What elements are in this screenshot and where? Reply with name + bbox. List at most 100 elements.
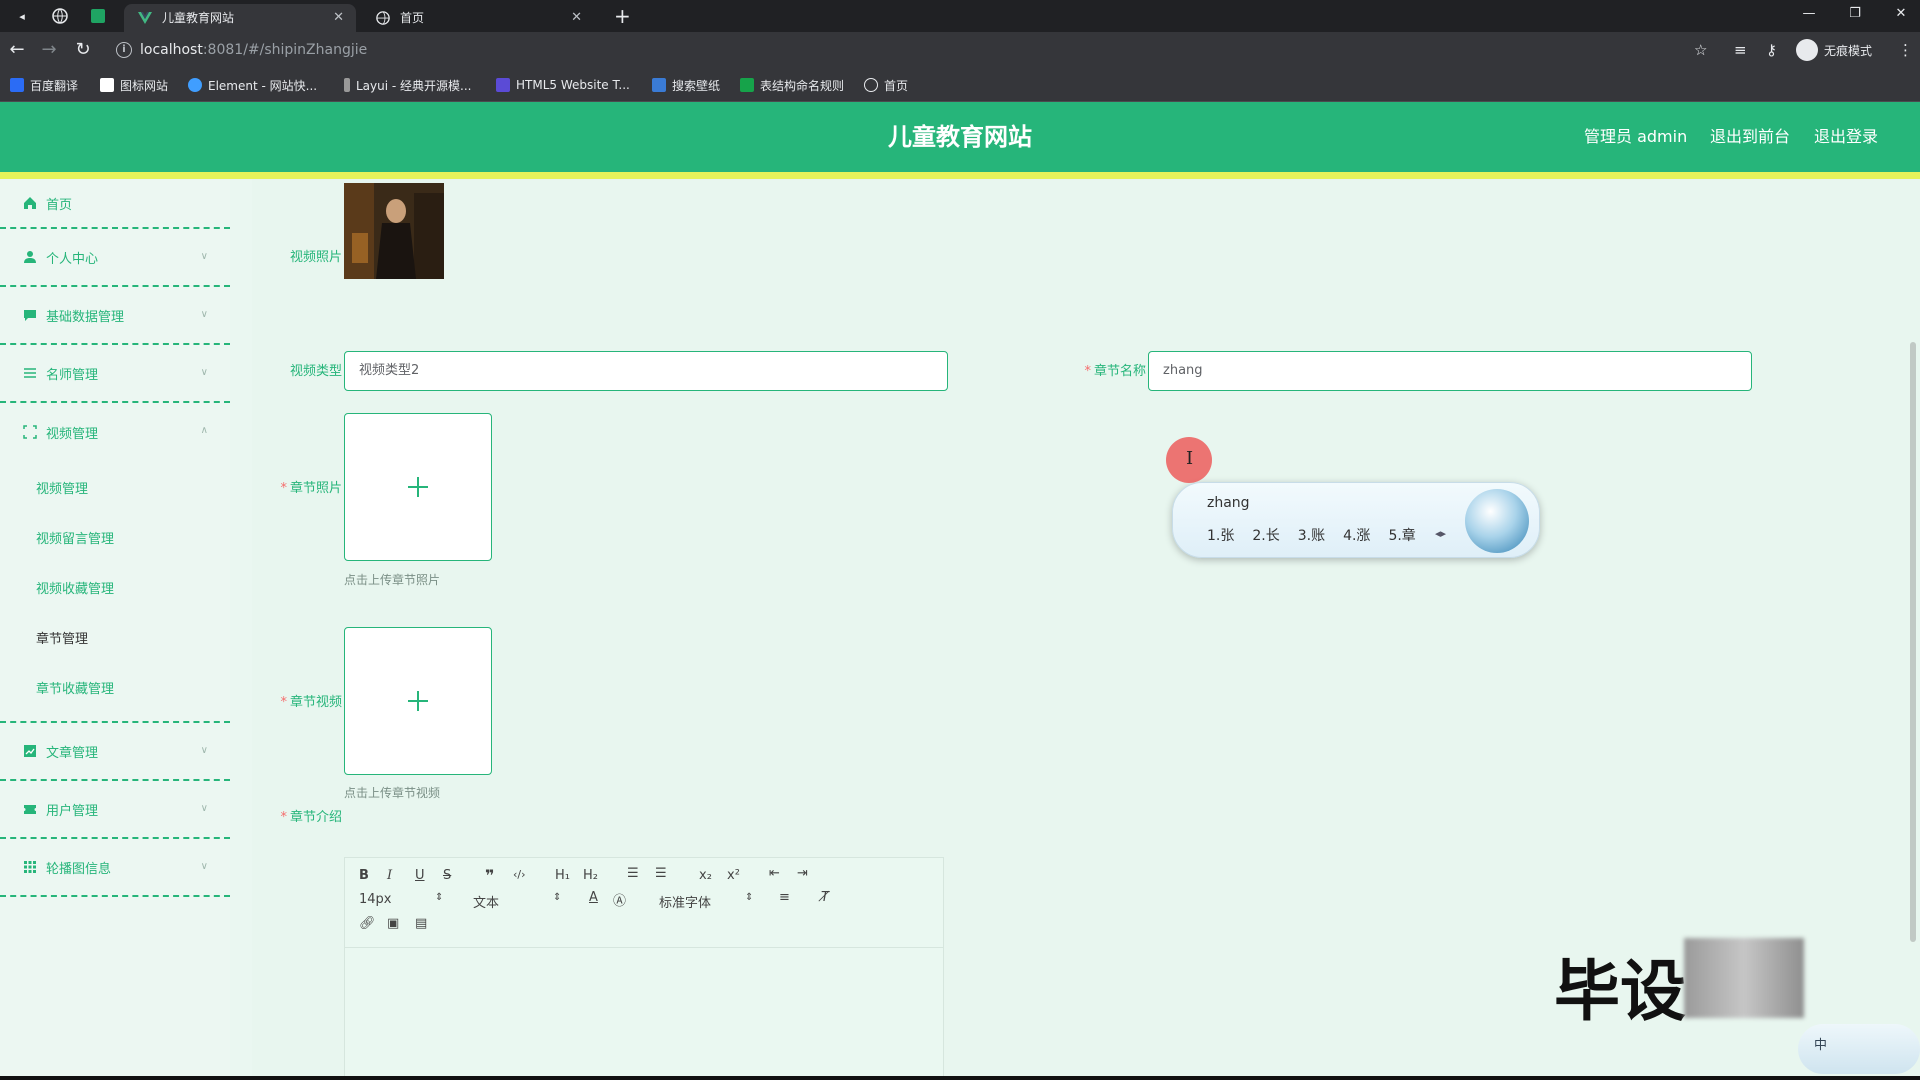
browser-toolbar: ← → ↻ i localhost:8081/#/shipinZhangjie … <box>0 32 1920 68</box>
font-size-select[interactable]: 14px <box>359 892 392 907</box>
background-color-icon[interactable]: Ⓐ <box>613 890 626 909</box>
superscript-icon[interactable]: x² <box>727 868 740 883</box>
site-info-icon[interactable]: i <box>116 42 132 58</box>
sidebar-item-label: 轮播图信息 <box>46 861 112 877</box>
close-window-button[interactable]: ✕ <box>1878 2 1920 26</box>
globe-icon[interactable] <box>52 8 68 24</box>
align-icon[interactable]: ≡ <box>779 890 790 905</box>
chapter-video-uploader[interactable] <box>344 627 492 775</box>
strikethrough-icon[interactable]: S <box>443 868 451 883</box>
submenu-video-manage[interactable]: 视频管理 <box>0 465 230 515</box>
heading1-icon[interactable]: H₁ <box>555 868 570 883</box>
app-tab-icon[interactable] <box>90 8 106 24</box>
ime-candidate[interactable]: 5.章 <box>1388 525 1415 545</box>
heading2-icon[interactable]: H₂ <box>583 868 598 883</box>
bookmark-star-icon[interactable]: ☆ <box>1694 40 1707 60</box>
tab-close-icon[interactable]: ✕ <box>571 4 582 32</box>
address-bar[interactable]: i localhost:8081/#/shipinZhangjie <box>108 36 1708 64</box>
italic-icon[interactable]: I <box>387 868 392 883</box>
outdent-icon[interactable]: ⇤ <box>769 866 780 881</box>
image-icon[interactable]: ▣ <box>387 916 399 931</box>
tab-close-icon[interactable]: ✕ <box>333 4 344 32</box>
sidebar-item-users[interactable]: 用户管理 ∨ <box>0 781 230 839</box>
forward-arrow-icon[interactable]: → <box>38 39 60 61</box>
bookmark-item[interactable]: 表结构命名规则 <box>740 68 844 102</box>
submenu-chapter-manage[interactable]: 章节管理 <box>0 615 230 665</box>
sidebar-item-personal[interactable]: 个人中心 ∨ <box>0 229 230 287</box>
video-photo-thumbnail[interactable] <box>344 183 444 279</box>
sidebar-item-carousel[interactable]: 轮播图信息 ∨ <box>0 839 230 897</box>
sidebar-item-video[interactable]: 视频管理 ∧ <box>0 403 230 461</box>
ime-page-arrows-icon[interactable]: ◂▸ <box>1435 527 1446 540</box>
video-type-input[interactable]: 视频类型2 <box>344 351 948 391</box>
header-select[interactable]: 文本 <box>473 892 499 911</box>
ime-candidate[interactable]: 4.涨 <box>1343 525 1370 545</box>
ime-status-bar[interactable]: 中 <box>1798 1024 1920 1074</box>
ime-candidate[interactable]: 2.长 <box>1252 525 1279 545</box>
globe-icon <box>376 11 390 25</box>
chapter-name-label: * 章节名称 <box>1056 360 1146 379</box>
sidebar-item-teachers[interactable]: 名师管理 ∨ <box>0 345 230 403</box>
sidebar-item-basic-data[interactable]: 基础数据管理 ∨ <box>0 287 230 345</box>
tab-inactive[interactable]: 首页 ✕ <box>362 4 594 32</box>
new-tab-button[interactable]: + <box>614 4 631 28</box>
bookmark-label: 首页 <box>884 78 909 93</box>
sidebar-item-articles[interactable]: 文章管理 ∨ <box>0 723 230 781</box>
font-family-select[interactable]: 标准字体 <box>659 892 711 911</box>
bold-icon[interactable]: B <box>359 868 369 883</box>
minimize-button[interactable]: — <box>1786 2 1832 26</box>
submenu-video-favorites[interactable]: 视频收藏管理 <box>0 565 230 615</box>
link-icon[interactable]: 🔗︎ <box>359 916 376 931</box>
exit-to-front-link[interactable]: 退出到前台 <box>1710 102 1790 172</box>
bookmark-item[interactable]: 百度翻译 <box>10 68 78 102</box>
tab-active[interactable]: 儿童教育网站 ✕ <box>124 4 356 32</box>
url-text[interactable]: localhost:8081/#/shipinZhangjie <box>140 36 367 64</box>
chat-icon <box>22 307 38 323</box>
incognito-indicator[interactable]: 无痕模式 <box>1796 38 1872 62</box>
app-root: 儿童教育网站 管理员 admin 退出到前台 退出登录 首页 个人中心 ∨ 基础… <box>0 102 1920 1080</box>
sidebar-item-label: 首页 <box>46 197 73 213</box>
key-icon[interactable]: ⚷ <box>1766 40 1777 60</box>
blockquote-icon[interactable]: ❞ <box>485 866 494 885</box>
submenu-chapter-favorites[interactable]: 章节收藏管理 <box>0 665 230 715</box>
editor-content-area[interactable] <box>345 948 943 1080</box>
underline-icon[interactable]: U <box>415 868 425 883</box>
restore-button[interactable]: ❐ <box>1832 2 1878 26</box>
font-color-icon[interactable]: A <box>589 890 598 905</box>
bookmark-item[interactable]: 图标网站 <box>100 68 168 102</box>
reload-icon[interactable]: ↻ <box>72 39 94 61</box>
bookmark-label: HTML5 Website T... <box>516 78 630 92</box>
subscript-icon[interactable]: x₂ <box>699 868 712 883</box>
ime-candidate[interactable]: 3.账 <box>1298 525 1325 545</box>
page-scrollbar[interactable] <box>1910 342 1916 942</box>
ime-candidate[interactable]: 1.张 <box>1207 525 1234 545</box>
bookmark-item[interactable]: Element - 网站快... <box>188 68 317 102</box>
submenu-video-comments[interactable]: 视频留言管理 <box>0 515 230 565</box>
ime-candidate-popup: zhang 1.张 2.长 3.账 4.涨 5.章 ◂▸ <box>1172 482 1540 558</box>
bookmark-item[interactable]: 搜索壁纸 <box>652 68 720 102</box>
bookmark-label: 百度翻译 <box>30 78 79 93</box>
bookmark-item[interactable]: Layui - 经典开源模... <box>344 68 471 102</box>
chevron-down-icon: ∨ <box>200 367 208 378</box>
logout-link[interactable]: 退出登录 <box>1814 102 1878 172</box>
chapter-photo-uploader[interactable] <box>344 413 492 561</box>
indent-icon[interactable]: ⇥ <box>797 866 808 881</box>
bookmark-label: Layui - 经典开源模... <box>356 78 472 93</box>
chapter-name-input[interactable]: zhang <box>1148 351 1752 391</box>
sidebar-item-home[interactable]: 首页 <box>0 179 230 229</box>
video-icon[interactable]: ▤ <box>415 916 427 931</box>
back-arrow-icon[interactable]: ← <box>6 39 28 61</box>
tab-search-icon[interactable]: ◂ <box>14 8 30 24</box>
ordered-list-icon[interactable]: ☰ <box>627 866 639 881</box>
clear-format-icon[interactable]: T̸ <box>821 890 829 905</box>
bookmark-item[interactable]: HTML5 Website T... <box>496 68 630 102</box>
code-icon[interactable]: ‹/› <box>513 868 526 881</box>
bullet-list-icon[interactable]: ☰ <box>655 866 667 881</box>
reading-list-icon[interactable]: ≡ <box>1734 40 1747 60</box>
sidebar-item-label: 视频管理 <box>46 426 99 442</box>
grid-icon <box>22 859 38 875</box>
text-cursor-icon: I <box>1186 448 1194 469</box>
chevron-down-icon: ∨ <box>200 309 208 320</box>
browser-menu-icon[interactable]: ⋮ <box>1898 40 1913 60</box>
bookmark-item[interactable]: 首页 <box>864 68 908 102</box>
